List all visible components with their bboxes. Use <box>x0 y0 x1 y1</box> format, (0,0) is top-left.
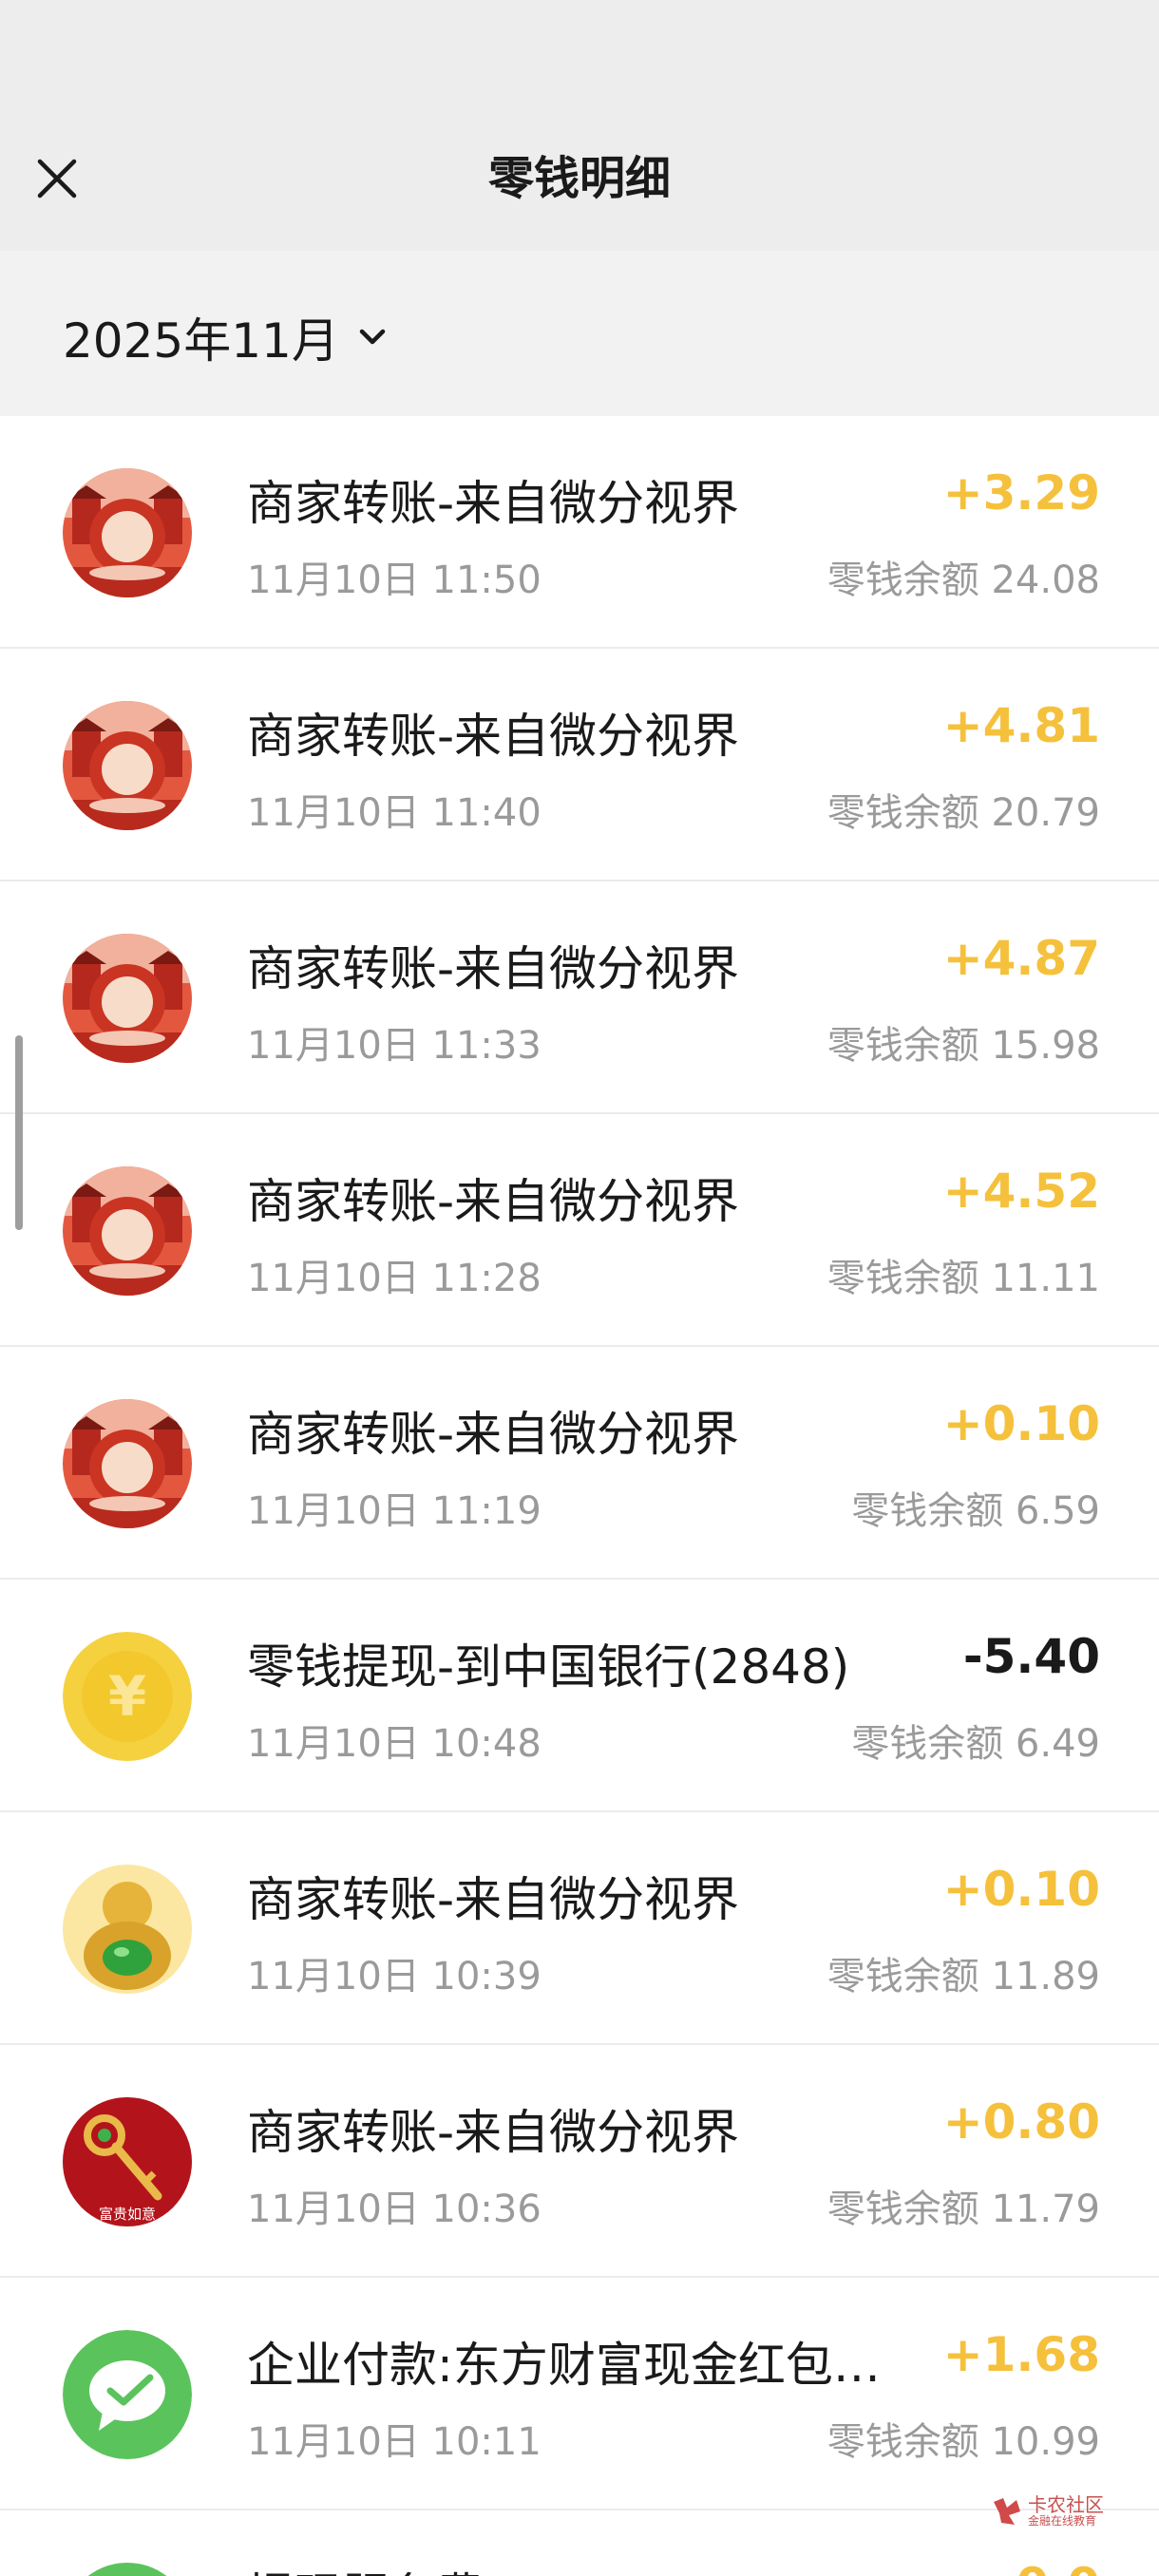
transaction-time: 11月10日 10:36 <box>247 2188 542 2231</box>
golden-key-icon: 富贵如意 <box>63 2097 192 2226</box>
transaction-balance: 零钱余额 24.08 <box>826 559 1100 602</box>
page-title: 零钱明细 <box>487 152 671 205</box>
list-item[interactable]: 商家转账-来自微分视界 11月10日 11:40 +4.81 零钱余额 20.7… <box>0 649 1159 881</box>
transaction-title: 商家转账-来自微分视界 <box>247 2105 740 2160</box>
gate-icon <box>63 701 192 830</box>
transaction-amount: +4.52 <box>942 1164 1100 1219</box>
wechat-pay-icon <box>63 2563 192 2576</box>
transaction-title: 提现服务费 <box>247 2558 484 2576</box>
chevron-down-icon <box>359 329 386 345</box>
transaction-balance: 零钱余额 11.79 <box>826 2188 1100 2231</box>
transaction-balance: 零钱余额 11.89 <box>826 1955 1100 1998</box>
list-item[interactable]: 商家转账-来自微分视界 11月10日 10:39 +0.10 零钱余额 11.8… <box>0 1812 1159 2045</box>
transaction-balance: 零钱余额 11.11 <box>826 1257 1100 1300</box>
scrollbar[interactable] <box>15 1035 23 1230</box>
month-label: 2025年11月 <box>63 313 339 369</box>
transaction-balance: 零钱余额 6.49 <box>851 1722 1100 1766</box>
transaction-amount: +0.10 <box>942 1862 1100 1917</box>
gate-icon <box>63 1166 192 1296</box>
transaction-time: 11月10日 11:33 <box>247 1024 542 1068</box>
list-item[interactable]: 商家转账-来自微分视界 11月10日 11:50 +3.29 零钱余额 24.0… <box>0 416 1159 649</box>
transaction-title: 商家转账-来自微分视界 <box>247 1174 740 1229</box>
top-bar <box>0 0 1159 251</box>
transaction-amount: +0.80 <box>942 2094 1100 2150</box>
transaction-balance: 零钱余额 6.59 <box>851 1489 1100 1533</box>
transaction-title: 商家转账-来自微分视界 <box>247 1407 740 1462</box>
transaction-title: 商家转账-来自微分视界 <box>247 1872 740 1927</box>
transaction-amount: +3.29 <box>942 465 1100 521</box>
avatar-caption: 富贵如意 <box>99 2206 156 2223</box>
transaction-balance: 零钱余额 20.79 <box>826 791 1100 835</box>
transaction-amount: +0.10 <box>942 1396 1100 1451</box>
list-item[interactable]: 商家转账-来自微分视界 11月10日 11:33 +4.87 零钱余额 15.9… <box>0 881 1159 1114</box>
list-item-partial[interactable]: 提现服务费 -0.0 <box>0 2510 1159 2576</box>
transaction-title: 商家转账-来自微分视界 <box>247 709 740 764</box>
transaction-list: 商家转账-来自微分视界 11月10日 11:50 +3.29 零钱余额 24.0… <box>0 416 1159 2510</box>
list-item[interactable]: 商家转账-来自微分视界 11月10日 11:28 +4.52 零钱余额 11.1… <box>0 1114 1159 1347</box>
transaction-time: 11月10日 10:11 <box>247 2420 542 2464</box>
watermark-text: 卡农社区 <box>1028 2493 1104 2517</box>
transaction-time: 11月10日 11:50 <box>247 559 542 602</box>
transaction-time: 11月10日 10:39 <box>247 1955 542 1998</box>
month-selector[interactable]: 2025年11月 <box>63 304 389 370</box>
transaction-amount: -0.0 <box>997 2558 1100 2576</box>
watermark-logo-icon <box>994 2498 1020 2525</box>
watermark-subtext: 金融在线教育 <box>1028 2514 1097 2529</box>
buddha-icon <box>63 1865 192 1994</box>
transaction-balance: 零钱余额 15.98 <box>826 1024 1100 1068</box>
svg-text:¥: ¥ <box>108 1664 146 1729</box>
gate-icon <box>63 1399 192 1528</box>
transaction-amount: +4.87 <box>942 931 1100 986</box>
transaction-amount: +1.68 <box>942 2327 1100 2382</box>
transaction-time: 11月10日 11:19 <box>247 1489 542 1533</box>
list-item[interactable]: 商家转账-来自微分视界 11月10日 11:19 +0.10 零钱余额 6.59 <box>0 1347 1159 1580</box>
transaction-time: 11月10日 10:48 <box>247 1722 542 1766</box>
transaction-balance: 零钱余额 10.99 <box>826 2420 1100 2464</box>
transaction-amount: -5.40 <box>962 1629 1100 1684</box>
transaction-title: 商家转账-来自微分视界 <box>247 941 740 996</box>
wechat-pay-icon <box>63 2330 192 2459</box>
watermark: 卡农社区 金融在线教育 <box>990 2494 1104 2529</box>
gate-icon <box>63 934 192 1063</box>
transaction-time: 11月10日 11:40 <box>247 791 542 835</box>
transaction-time: 11月10日 11:28 <box>247 1257 542 1300</box>
transaction-title: 企业付款:东方财富现金红包… <box>247 2338 881 2393</box>
list-item[interactable]: ¥ 零钱提现-到中国银行(2848) 11月10日 10:48 -5.40 零钱… <box>0 1580 1159 1812</box>
yen-coin-icon: ¥ <box>63 1632 192 1761</box>
list-item[interactable]: 富贵如意 商家转账-来自微分视界 11月10日 10:36 +0.80 零钱余额… <box>0 2045 1159 2278</box>
transaction-amount: +4.81 <box>942 698 1100 753</box>
gate-icon <box>63 468 192 597</box>
list-item[interactable]: 企业付款:东方财富现金红包… 11月10日 10:11 +1.68 零钱余额 1… <box>0 2278 1159 2510</box>
transaction-title: 零钱提现-到中国银行(2848) <box>247 1639 850 1695</box>
transaction-title: 商家转账-来自微分视界 <box>247 476 740 531</box>
